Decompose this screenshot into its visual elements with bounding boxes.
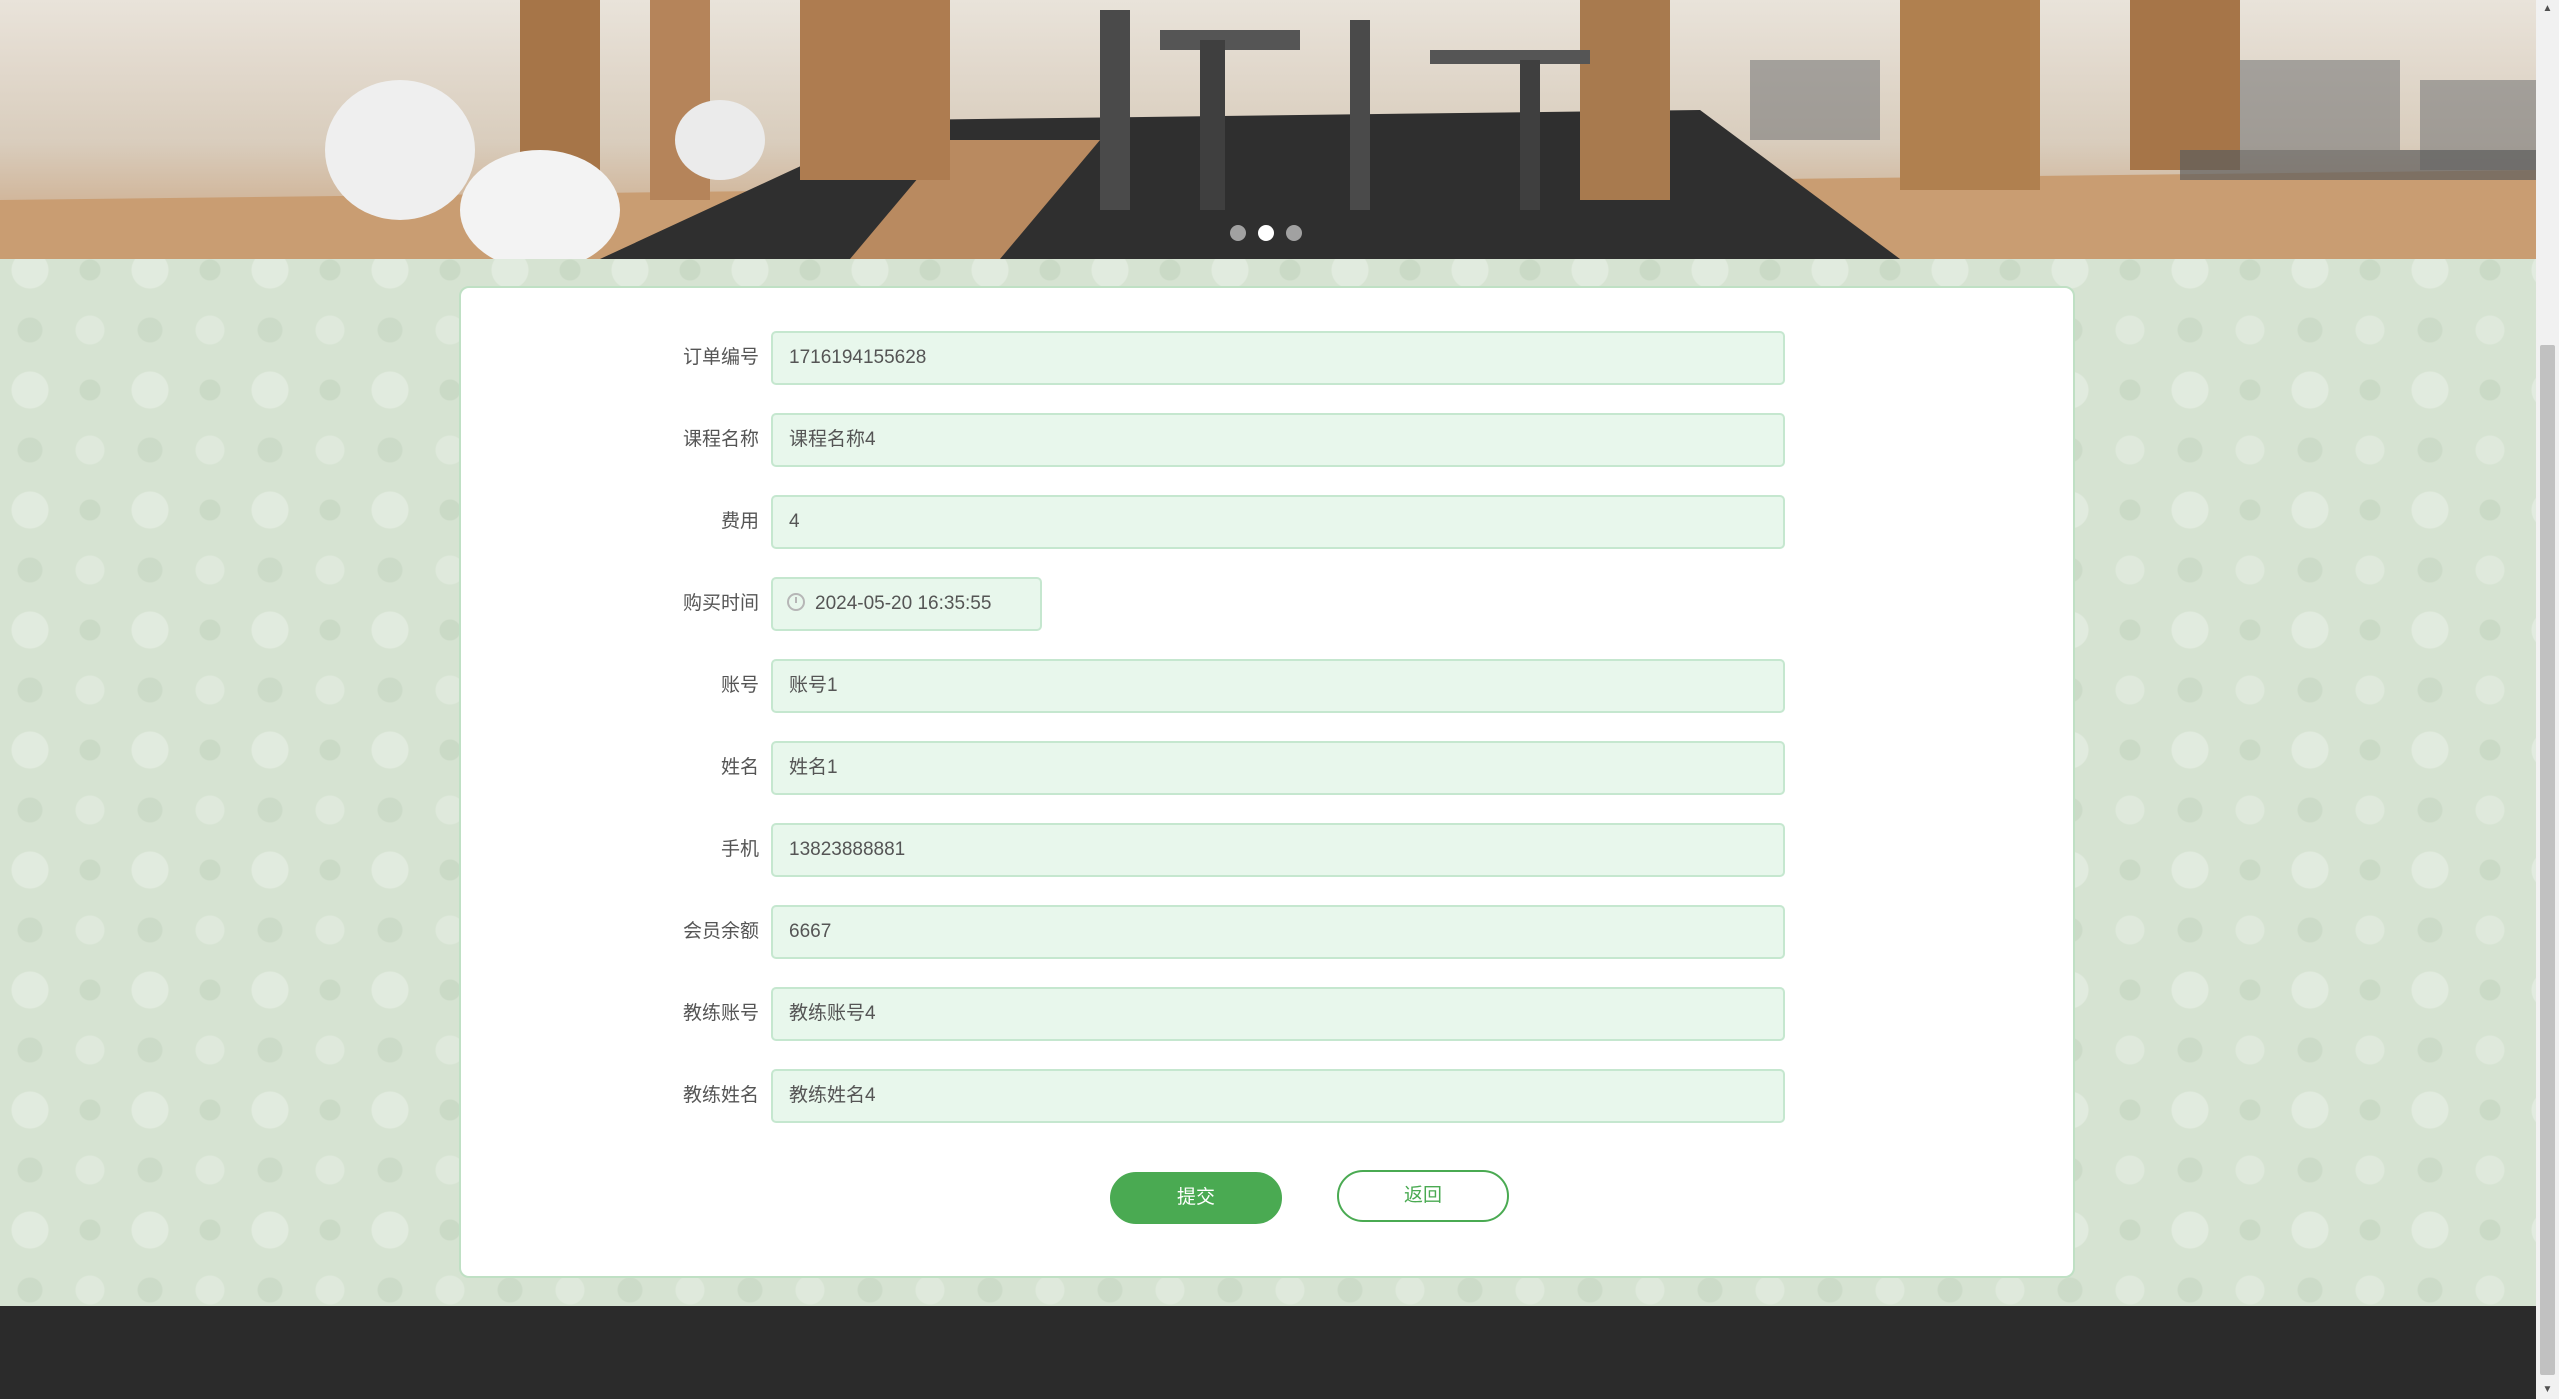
order-number-label: 订单编号 <box>682 347 759 368</box>
coach-account-field[interactable]: 教练账号4 <box>771 987 1785 1041</box>
name-field[interactable]: 姓名1 <box>771 741 1785 795</box>
coach-account-label: 教练账号 <box>682 1003 759 1024</box>
purchase-time-picker[interactable]: 2024-05-20 16:35:55 <box>771 577 1042 631</box>
clock-icon <box>787 592 805 611</box>
account-label: 账号 <box>720 675 759 696</box>
account-field[interactable]: 账号1 <box>771 659 1785 713</box>
vertical-scrollbar[interactable]: ▲ ▼ <box>2536 0 2559 1399</box>
banner-carousel[interactable] <box>0 0 2536 259</box>
banner-image <box>0 0 2536 259</box>
member-balance-field[interactable]: 6667 <box>771 905 1785 959</box>
coach-name-field[interactable]: 教练姓名4 <box>771 1069 1785 1123</box>
name-label: 姓名 <box>720 757 759 778</box>
carousel-dot-1[interactable] <box>1230 225 1246 241</box>
scrollbar-thumb[interactable] <box>2540 345 2555 1375</box>
phone-field[interactable]: 13823888881 <box>771 823 1785 877</box>
page-background: 订单编号 1716194155628 课程名称 课程名称4 费用 4 购买时间 … <box>0 0 2536 1399</box>
phone-label: 手机 <box>720 839 759 860</box>
page-footer <box>0 1306 2536 1399</box>
back-button[interactable]: 返回 <box>1337 1170 1509 1222</box>
fee-label: 费用 <box>720 511 759 532</box>
carousel-dot-2[interactable] <box>1258 225 1274 241</box>
order-detail-form: 订单编号 1716194155628 课程名称 课程名称4 费用 4 购买时间 … <box>459 286 2075 1278</box>
purchase-time-value: 2024-05-20 16:35:55 <box>815 593 992 614</box>
carousel-dot-3[interactable] <box>1286 225 1302 241</box>
order-number-field[interactable]: 1716194155628 <box>771 331 1785 385</box>
fee-field[interactable]: 4 <box>771 495 1785 549</box>
course-name-label: 课程名称 <box>682 429 759 450</box>
submit-button[interactable]: 提交 <box>1110 1172 1282 1224</box>
carousel-indicators <box>1230 225 1302 241</box>
purchase-time-label: 购买时间 <box>682 593 759 614</box>
coach-name-label: 教练姓名 <box>682 1085 759 1106</box>
scroll-up-arrow-icon[interactable]: ▲ <box>2536 0 2559 18</box>
course-name-field[interactable]: 课程名称4 <box>771 413 1785 467</box>
scroll-down-arrow-icon[interactable]: ▼ <box>2536 1381 2559 1399</box>
member-balance-label: 会员余额 <box>682 921 759 942</box>
